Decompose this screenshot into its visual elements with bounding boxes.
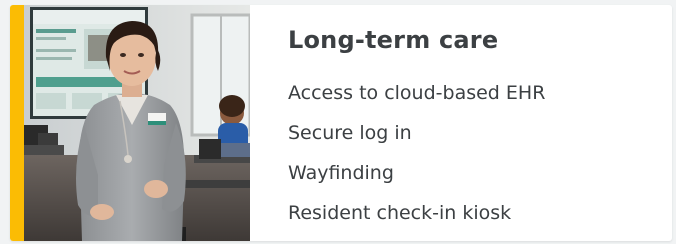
card-title: Long-term care [288, 26, 499, 54]
feature-item-cloud-ehr: Access to cloud-based EHR [288, 82, 546, 104]
use-case-card: Long-term care Access to cloud-based EHR… [10, 5, 672, 241]
feature-item-check-in-kiosk: Resident check-in kiosk [288, 202, 512, 224]
feature-item-secure-login: Secure log in [288, 122, 412, 144]
care-worker-photo [24, 5, 250, 241]
accent-bar [10, 5, 24, 241]
feature-item-wayfinding: Wayfinding [288, 162, 394, 184]
card-content: Long-term care Access to cloud-based EHR… [288, 25, 658, 233]
page: Long-term care Access to cloud-based EHR… [0, 0, 676, 244]
feature-list: Access to cloud-based EHR Secure log in … [288, 73, 658, 233]
